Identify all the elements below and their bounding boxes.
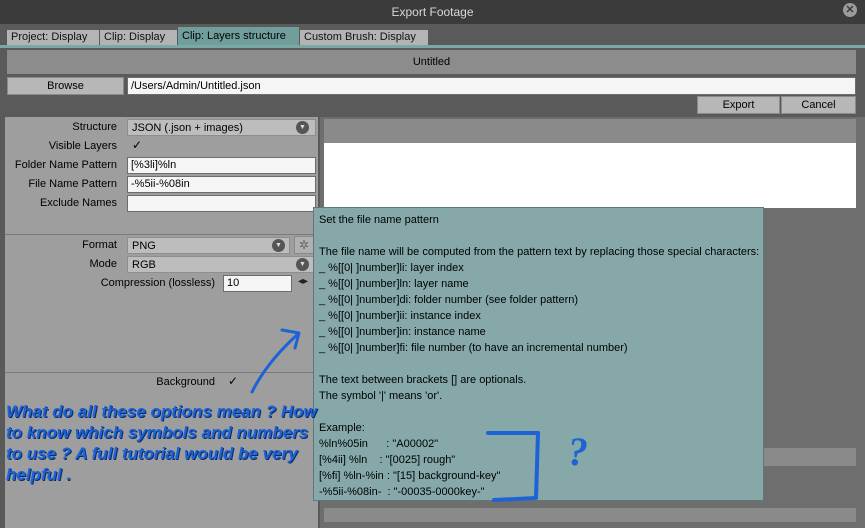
annotation-text: What do all these options mean ? How to … [6, 402, 317, 484]
annotation-question-mark: ? [568, 429, 588, 474]
